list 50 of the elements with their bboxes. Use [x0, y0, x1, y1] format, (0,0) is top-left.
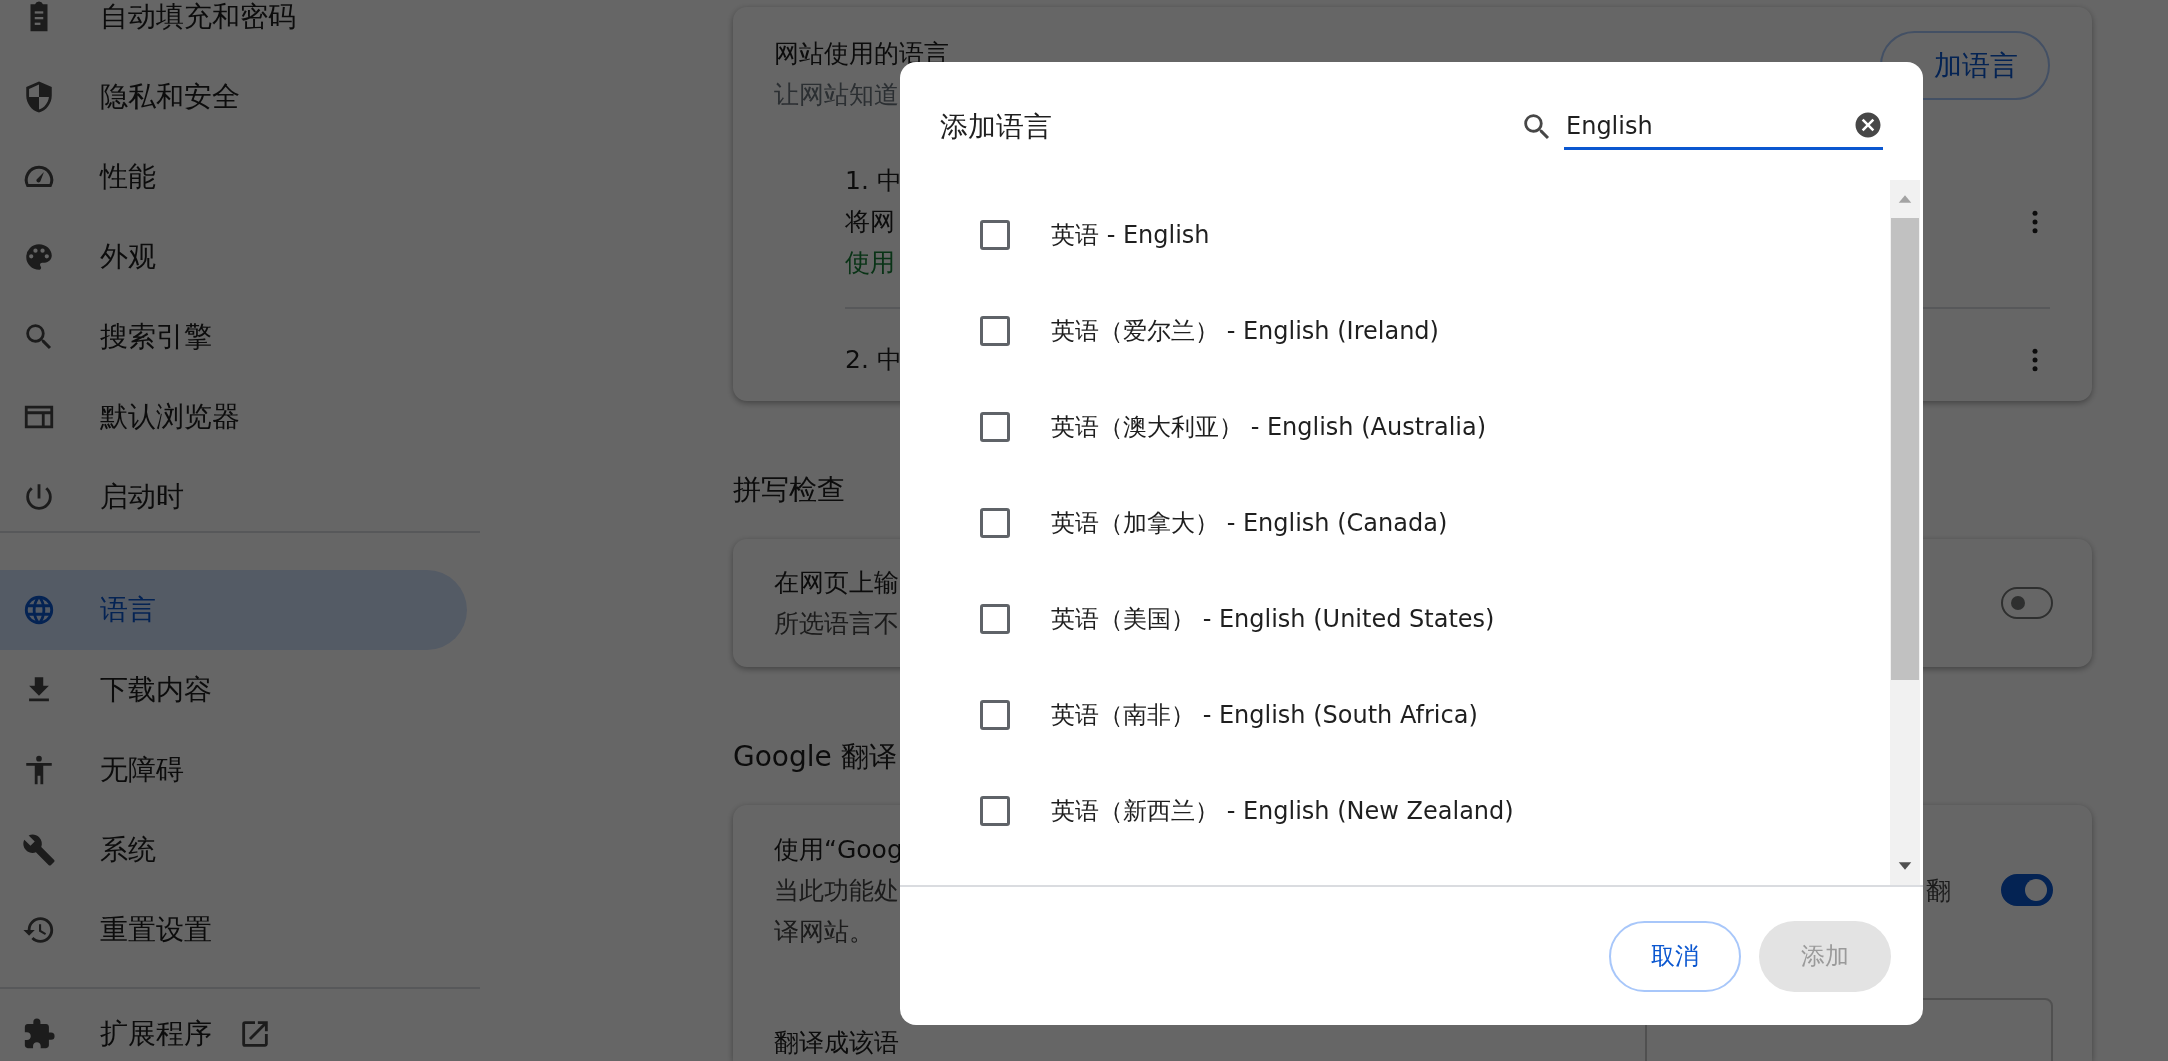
- section-heading: 拼写检查: [733, 472, 845, 508]
- setting-text: 使用“Goog: [774, 834, 903, 866]
- setting-text: 当此功能处: [774, 875, 900, 907]
- language-option: 英语（加拿大） - English (Canada): [1051, 505, 1448, 541]
- language-option: 英语 - English: [1051, 217, 1210, 253]
- checkbox[interactable]: [980, 700, 1010, 730]
- language-option: 英语（爱尔兰） - English (Ireland): [1051, 313, 1439, 349]
- language-item-text: 1. 中: [845, 165, 902, 197]
- section-description: 让网站知道: [774, 79, 900, 111]
- sidebar-item[interactable]: 重置设置: [0, 890, 467, 970]
- sidebar-item[interactable]: 性能: [0, 137, 467, 217]
- sidebar-item[interactable]: 无障碍: [0, 730, 467, 810]
- language-option: 英语（澳大利亚） - English (Australia): [1051, 409, 1487, 445]
- language-option: 英语（南非） - English (South Africa): [1051, 697, 1478, 733]
- puzzle-icon: [22, 1017, 56, 1051]
- setting-text: 所选语言不: [774, 608, 899, 640]
- toggle-switch[interactable]: [2001, 874, 2053, 906]
- language-item-text: 2. 中: [845, 344, 902, 376]
- setting-text: 译网站。: [774, 916, 875, 948]
- sidebar-item[interactable]: 下载内容: [0, 650, 467, 730]
- section-heading: Google 翻译: [733, 739, 897, 775]
- language-option: 英语（新西兰） - English (New Zealand): [1051, 793, 1514, 829]
- sidebar-item[interactable]: 启动时: [0, 457, 467, 537]
- sidebar-item[interactable]: 外观: [0, 217, 467, 297]
- cancel-button[interactable]: 取消: [1609, 920, 1741, 992]
- setting-label: 翻译成该语: [774, 1027, 899, 1059]
- scrollbar-thumb[interactable]: [1891, 218, 1919, 680]
- wrench-icon: [22, 833, 56, 867]
- checkbox[interactable]: [980, 604, 1010, 634]
- toggle-switch[interactable]: [2001, 587, 2053, 619]
- setting-text: 翻: [1926, 875, 1951, 907]
- sidebar-item[interactable]: 自动填充和密码: [0, 0, 467, 57]
- sidebar-item[interactable]: 系统: [0, 810, 467, 890]
- clear-icon[interactable]: [1853, 110, 1883, 140]
- checkbox[interactable]: [980, 508, 1010, 538]
- sidebar-item[interactable]: 隐私和安全: [0, 57, 467, 137]
- status-text: 使用: [845, 247, 896, 279]
- dialog-title: 添加语言: [940, 109, 1052, 145]
- sidebar-item[interactable]: 搜索引擎: [0, 297, 467, 377]
- language-option: 英语（美国） - English (United States): [1051, 601, 1495, 637]
- checkbox[interactable]: [980, 796, 1010, 826]
- checkbox[interactable]: [980, 220, 1010, 250]
- sidebar-item[interactable]: 默认浏览器: [0, 377, 467, 457]
- sidebar-item[interactable]: 扩展程序: [0, 1004, 467, 1061]
- setting-text: 在网页上输: [774, 567, 899, 599]
- sidebar-item[interactable]: 语言: [0, 570, 467, 650]
- language-item-text: 将网: [845, 206, 896, 238]
- checkbox[interactable]: [980, 412, 1010, 442]
- checkbox[interactable]: [980, 316, 1010, 346]
- globe-icon: [22, 593, 56, 627]
